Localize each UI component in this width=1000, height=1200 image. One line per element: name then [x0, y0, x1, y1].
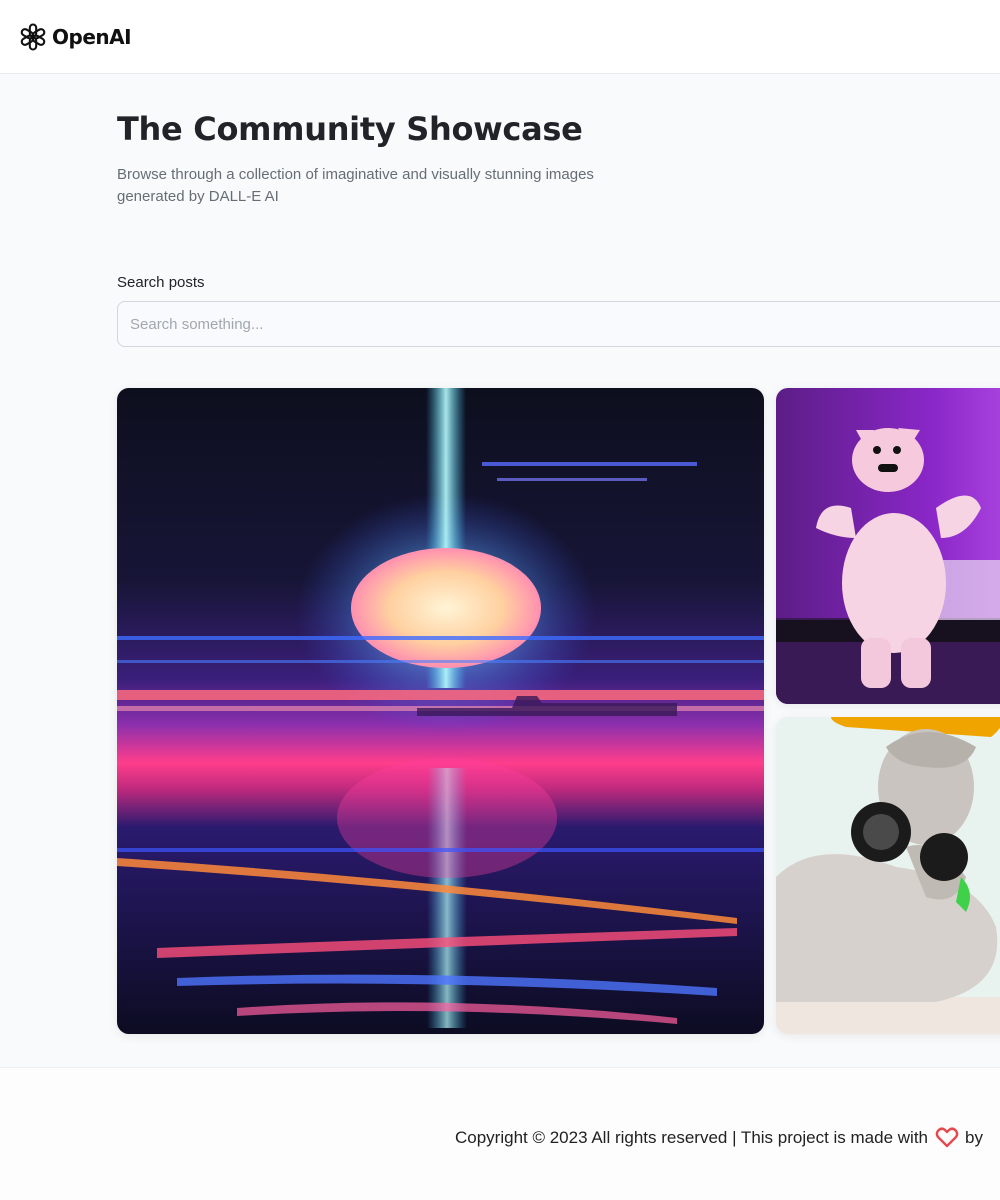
synthwave-sunset-image — [117, 388, 764, 1034]
statue-headphones-image — [776, 717, 1000, 1034]
search-input[interactable] — [117, 301, 1000, 347]
footer-byline: by — [965, 1128, 983, 1147]
openai-logo[interactable]: OpenAI — [18, 22, 132, 52]
heart-icon — [935, 1126, 959, 1148]
logo-wordmark: OpenAI — [52, 25, 132, 49]
search-label: Search posts — [117, 274, 205, 291]
site-header: OpenAI — [0, 0, 1000, 74]
footer-text: Copyright © 2023 All rights reserved | T… — [455, 1128, 929, 1147]
footer-copyright: Copyright © 2023 All rights reserved | T… — [455, 1126, 983, 1150]
openai-logo-icon — [18, 22, 48, 52]
page-subtitle: Browse through a collection of imaginati… — [117, 166, 594, 205]
pink-yeti-image — [776, 388, 1000, 704]
gallery-card-pink-yeti[interactable] — [776, 388, 1000, 704]
gallery-card-synthwave-sunset[interactable] — [117, 388, 764, 1034]
page-title: The Community Showcase — [117, 110, 583, 148]
gallery-card-statue-headphones[interactable] — [776, 717, 1000, 1034]
